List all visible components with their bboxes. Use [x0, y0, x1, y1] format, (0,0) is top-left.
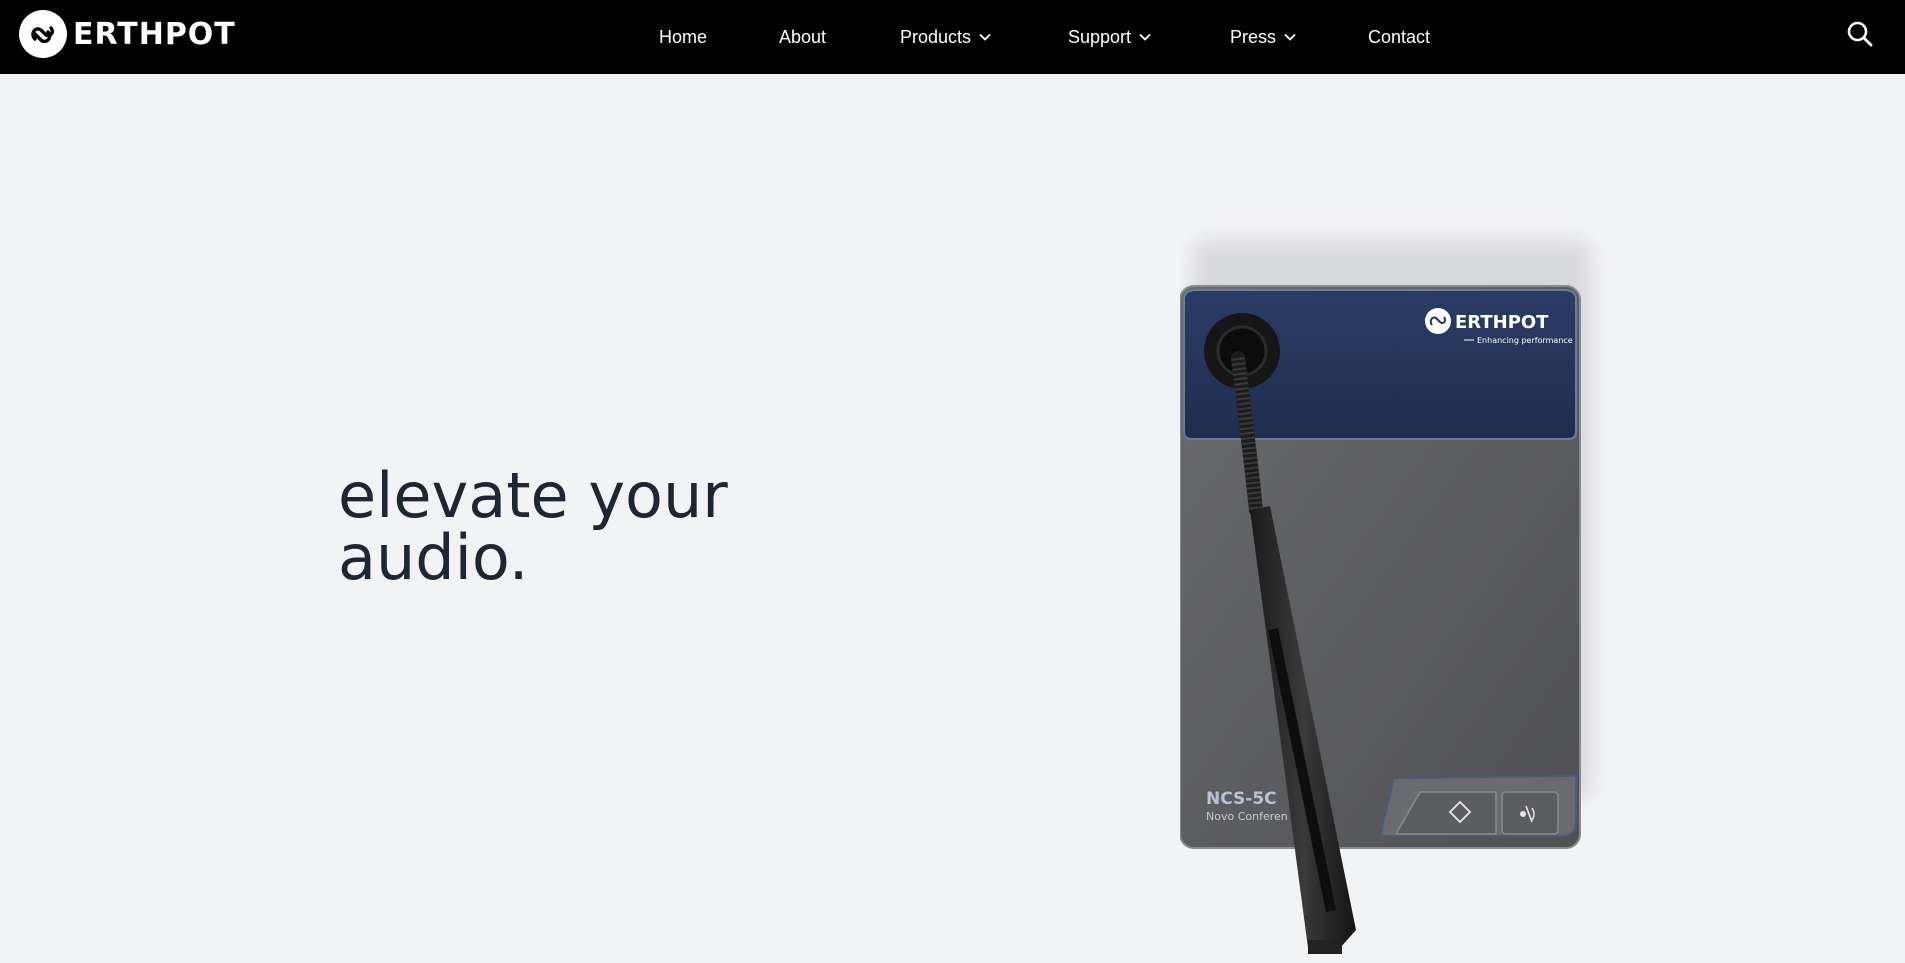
chevron-down-icon — [979, 33, 991, 41]
main-nav: Home About Products Support Press Contac… — [0, 0, 1905, 74]
nav-contact[interactable]: Contact — [1368, 0, 1430, 74]
product-image-conference-mic: ERTHPOT Enhancing performance NCS-5C Nov… — [1180, 240, 1592, 954]
nav-support[interactable]: Support — [1068, 0, 1151, 74]
nav-about-label: About — [779, 26, 827, 47]
search-icon — [1847, 21, 1873, 47]
nav-contact-label: Contact — [1368, 26, 1431, 47]
hero-headline: elevate your audio. — [338, 465, 858, 589]
device-subtitle: Novo Conferen — [1206, 810, 1288, 823]
hero-headline-line1: elevate your — [338, 459, 728, 532]
device-tagline: Enhancing performance — [1477, 336, 1573, 345]
nav-products-label: Products — [900, 26, 972, 47]
nav-support-label: Support — [1068, 26, 1132, 47]
nav-press[interactable]: Press — [1230, 0, 1296, 74]
top-navbar: ERTHPOT Home About Products Support Pres… — [0, 0, 1905, 74]
device-brand-text: ERTHPOT — [1455, 312, 1549, 333]
nav-about[interactable]: About — [779, 0, 826, 74]
device-model-label: NCS-5C Novo Conferen — [1206, 789, 1288, 823]
nav-home[interactable]: Home — [659, 0, 707, 74]
hero-headline-line2: audio. — [338, 521, 529, 594]
chevron-down-icon — [1139, 33, 1151, 41]
search-button[interactable] — [1846, 20, 1874, 48]
chevron-down-icon — [1284, 33, 1296, 41]
device-model: NCS-5C — [1206, 789, 1277, 809]
device-button-right — [1501, 791, 1559, 835]
nav-products[interactable]: Products — [900, 0, 991, 74]
nav-press-label: Press — [1230, 26, 1277, 47]
nav-home-label: Home — [659, 26, 708, 47]
